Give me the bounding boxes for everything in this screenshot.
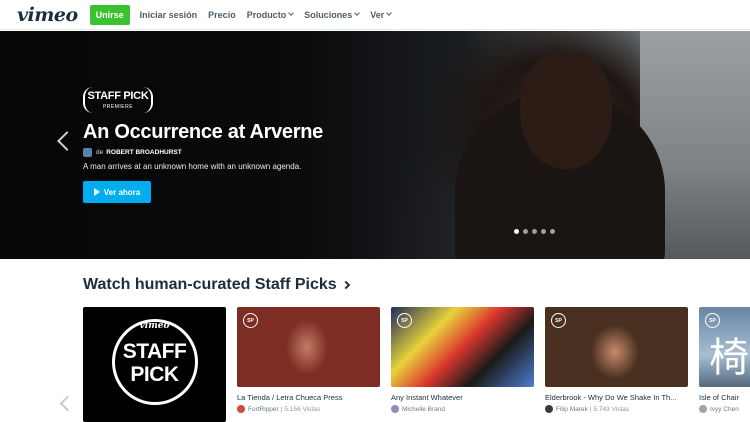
video-title[interactable]: Any Instant Whatever [391,393,534,402]
meta-separator: | [280,405,283,413]
video-thumbnail[interactable]: SP 椅 [699,307,750,387]
video-card[interactable]: SP La Tienda / Letra Chueca Press FortRi… [237,307,380,413]
video-meta: FortRipper | 5.156 Vistas [237,405,380,413]
thumbnail-glyph: 椅 [709,335,749,381]
video-card[interactable]: SP Elderbrook - Why Do We Shake In Th...… [545,307,688,413]
pricing-label: Precio [208,9,236,20]
hero-title[interactable]: An Occurrence at Arverne [83,121,323,144]
uploader-avatar[interactable] [237,405,245,413]
carousel-dot[interactable] [550,229,555,234]
vimeo-logo[interactable]: vimeo [17,4,78,26]
video-thumbnail[interactable]: SP [545,307,688,387]
chevron-down-icon [354,10,361,16]
video-meta: Filip Marek | 5.743 Vistas [545,405,688,413]
staff-pick-tag-icon: SP [397,313,412,328]
product-label: Producto [246,9,287,20]
uploader-name[interactable]: Michelle Brand [402,406,445,413]
video-thumbnail[interactable]: SP [391,307,534,387]
author-avatar[interactable] [83,148,92,157]
chevron-down-icon [288,10,295,16]
uploader-name[interactable]: FortRipper [248,406,279,413]
staff-pick-tag-icon: SP [243,313,258,328]
carousel-dot[interactable] [532,229,537,234]
video-title[interactable]: La Tienda / Letra Chueca Press [237,393,380,402]
login-link[interactable]: Iniciar sesión [140,10,198,20]
badge-main-text: STAFF PICK [87,90,149,102]
byline-prefix: de [96,149,104,156]
video-card[interactable]: SP 椅 Isle of Chair Ivyy Chen [699,307,750,413]
staff-pick-brand: vimeo [139,321,170,331]
watch-menu[interactable]: Ver [370,9,393,20]
row-prev-arrow-icon[interactable] [59,395,76,412]
staff-pick-line2: PICK [130,363,179,386]
watch-now-button[interactable]: Ver ahora [83,181,151,203]
badge-sub-text: PREMIERE [102,104,134,110]
hero-byline: de ROBERT BROADHURST [83,148,182,157]
carousel-dots [514,229,559,234]
hero-carousel: STAFF PICK PREMIERE An Occurrence at Arv… [0,31,750,259]
carousel-dot[interactable] [523,229,528,234]
login-label: Iniciar sesión [139,9,198,20]
video-meta: Ivyy Chen [699,405,750,413]
solutions-menu[interactable]: Soluciones [304,9,361,20]
staff-picks-heading-text: Watch human-curated Staff Picks [83,276,337,293]
staff-picks-heading[interactable]: Watch human-curated Staff Picks [83,276,350,294]
hero-author-link[interactable]: ROBERT BROADHURST [106,149,181,156]
uploader-name[interactable]: Filip Marek [556,406,588,413]
carousel-dot[interactable] [514,229,519,234]
carousel-dot[interactable] [541,229,546,234]
uploader-name[interactable]: Ivyy Chen [710,406,739,413]
watch-now-label: Ver ahora [103,187,141,197]
top-nav: vimeo Unirse Iniciar sesión Precio Produ… [0,0,750,30]
video-title[interactable]: Isle of Chair [699,393,750,402]
staff-pick-premiere-badge: STAFF PICK PREMIERE [83,87,153,113]
staff-pick-tag-icon: SP [551,313,566,328]
uploader-avatar[interactable] [391,405,399,413]
video-title[interactable]: Elderbrook - Why Do We Shake In Th... [545,393,688,402]
solutions-label: Soluciones [304,9,353,20]
hero-description: A man arrives at an unknown home with an… [83,162,302,171]
watch-label: Ver [370,9,385,20]
uploader-avatar[interactable] [699,405,707,413]
chevron-right-icon [341,280,350,290]
hero-figure-head [520,51,612,169]
staff-pick-line1: STAFF [122,340,187,363]
view-count: 5.156 Vistas [284,405,321,413]
staff-pick-channel-card[interactable]: vimeo STAFF PICK [83,307,226,422]
view-count: 5.743 Vistas [593,405,630,413]
video-thumbnail[interactable]: SP [237,307,380,387]
video-meta: Michelle Brand [391,405,534,413]
product-menu[interactable]: Producto [246,9,295,20]
chevron-down-icon [386,10,393,16]
pricing-link[interactable]: Precio [208,10,236,20]
video-card[interactable]: SP Any Instant Whatever Michelle Brand [391,307,534,413]
meta-separator: | [589,405,592,413]
play-icon [93,188,100,196]
uploader-avatar[interactable] [545,405,553,413]
join-button[interactable]: Unirse [89,4,130,25]
